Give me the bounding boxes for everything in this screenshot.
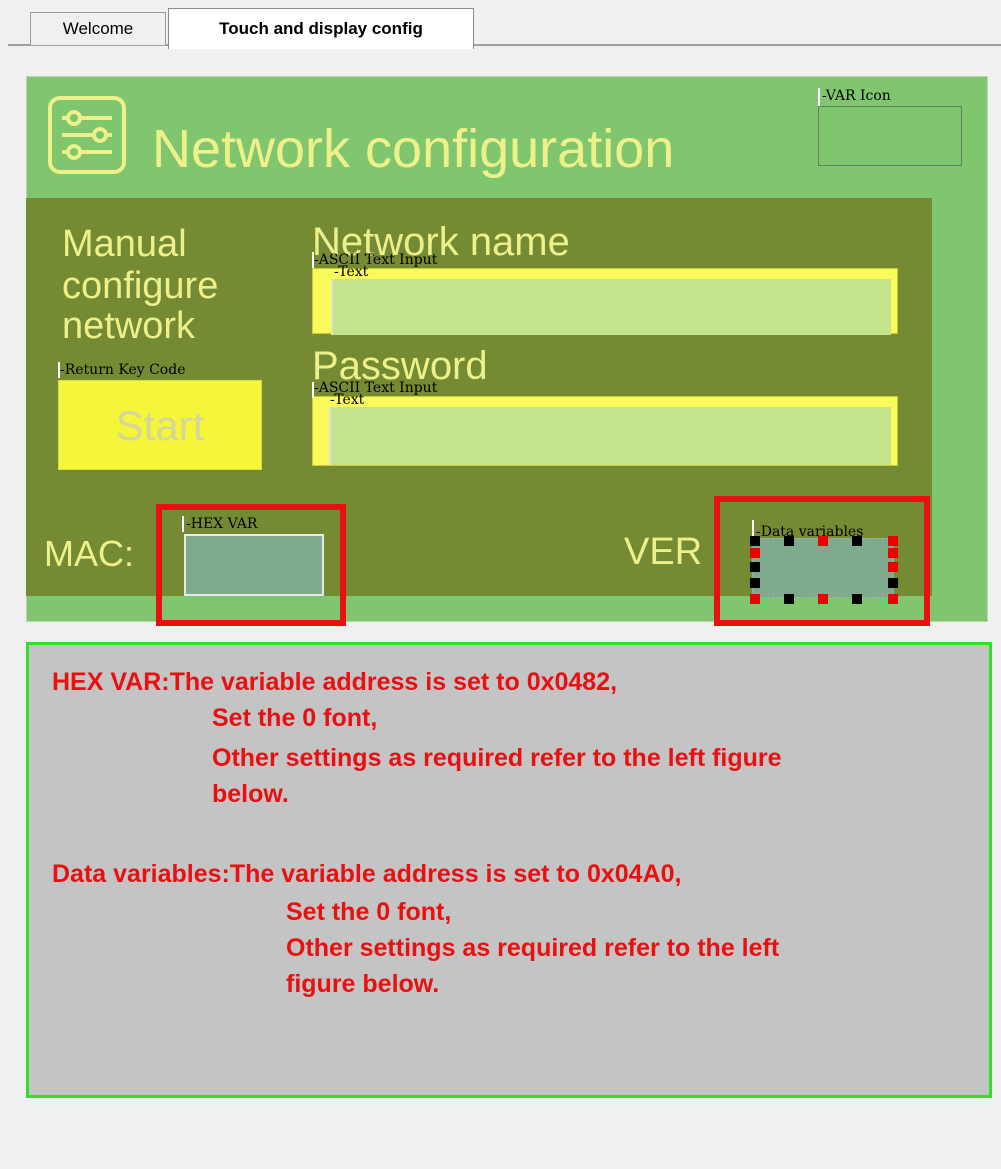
page-title: Network configuration xyxy=(152,119,675,179)
hex-var-marker xyxy=(182,516,184,532)
selection-handle[interactable] xyxy=(750,548,760,558)
mac-label: MAC: xyxy=(44,533,134,574)
selection-handle[interactable] xyxy=(750,562,760,572)
selection-handle[interactable] xyxy=(888,548,898,558)
selection-handle[interactable] xyxy=(750,536,760,546)
password-field[interactable] xyxy=(312,396,898,466)
selection-handle[interactable] xyxy=(750,578,760,588)
data-note-line3: Other settings as required refer to the … xyxy=(286,934,780,962)
selection-handle[interactable] xyxy=(818,594,828,604)
hex-note-line4: below. xyxy=(212,780,289,808)
tab-bar: Welcome Touch and display config xyxy=(0,0,1001,52)
hex-note-line1: HEX VAR:The variable address is set to 0… xyxy=(52,668,618,696)
manual-label-line2: configure xyxy=(62,265,219,307)
sliders-icon xyxy=(48,96,126,174)
data-variables-marker xyxy=(752,520,754,536)
selection-handle[interactable] xyxy=(852,536,862,546)
text-label-1: -Text xyxy=(334,264,369,280)
text-label-2: -Text xyxy=(330,392,365,408)
selection-handle[interactable] xyxy=(750,594,760,604)
data-note-line4: figure below. xyxy=(286,970,440,998)
selection-handle[interactable] xyxy=(888,594,898,604)
selection-handle[interactable] xyxy=(784,536,794,546)
manual-label-line3: network xyxy=(62,305,196,347)
selection-handle[interactable] xyxy=(888,578,898,588)
network-name-field[interactable] xyxy=(312,268,898,335)
hex-note-line2: Set the 0 font, xyxy=(212,704,378,732)
var-icon-marker xyxy=(818,88,820,106)
var-icon-label: -VAR Icon xyxy=(822,88,891,104)
selection-handle[interactable] xyxy=(852,594,862,604)
data-variables-box[interactable] xyxy=(752,538,894,598)
manual-label-line1: Manual xyxy=(62,223,187,265)
ascii-input-label-1: -ASCII Text Input xyxy=(314,252,438,268)
tab-welcome[interactable]: Welcome xyxy=(30,12,166,45)
start-button[interactable]: Start xyxy=(58,380,262,470)
hex-note-line3: Other settings as required refer to the … xyxy=(212,744,782,772)
hex-var-label: -HEX VAR xyxy=(186,516,258,532)
selection-handle[interactable] xyxy=(818,536,828,546)
ver-label: VER xyxy=(624,531,703,573)
return-key-label: -Return Key Code xyxy=(60,362,186,378)
var-icon-box[interactable] xyxy=(818,106,962,166)
data-note-line2: Set the 0 font, xyxy=(286,898,452,926)
data-variables-label: -Data variables xyxy=(756,524,864,540)
data-note-line1: Data variables:The variable address is s… xyxy=(52,860,682,888)
password-input[interactable] xyxy=(329,407,891,465)
tab-touch-display-config[interactable]: Touch and display config xyxy=(168,8,474,49)
network-name-input[interactable] xyxy=(331,279,891,335)
hex-var-box[interactable] xyxy=(184,534,324,596)
selection-handle[interactable] xyxy=(888,536,898,546)
selection-handle[interactable] xyxy=(888,562,898,572)
selection-handle[interactable] xyxy=(784,594,794,604)
